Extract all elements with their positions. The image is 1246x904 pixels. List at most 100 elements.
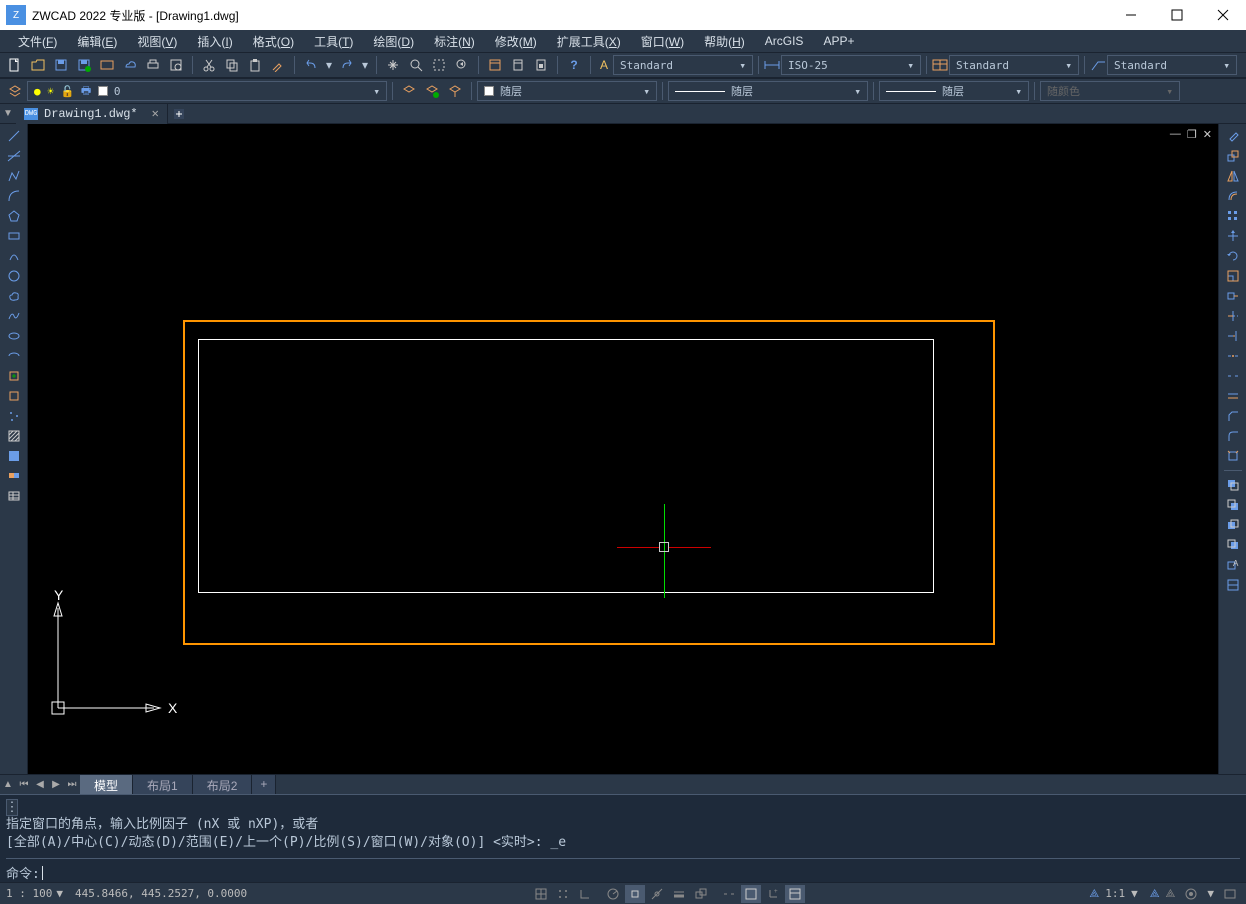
- point-icon[interactable]: [3, 406, 25, 426]
- new-icon[interactable]: [4, 54, 26, 76]
- cut-icon[interactable]: [198, 54, 220, 76]
- close-tab-icon[interactable]: ✕: [152, 106, 159, 121]
- copy-obj-icon[interactable]: [1222, 146, 1244, 166]
- close-button[interactable]: [1200, 0, 1246, 30]
- file-tab[interactable]: DWG Drawing1.dwg* ✕: [16, 104, 168, 124]
- layout-up-icon[interactable]: ▲: [0, 775, 16, 795]
- undo-icon[interactable]: [300, 54, 322, 76]
- polyline-icon[interactable]: [3, 166, 25, 186]
- design-center-icon[interactable]: [530, 54, 552, 76]
- menu-工具[interactable]: 工具(T): [304, 31, 363, 52]
- menu-绘图[interactable]: 绘图(D): [363, 31, 424, 52]
- layer-manager-icon[interactable]: [4, 80, 26, 102]
- draworder-under-icon[interactable]: [1222, 535, 1244, 555]
- undo-dropdown-icon[interactable]: ▾: [323, 54, 335, 76]
- table-style-dropdown[interactable]: Standard▾: [949, 55, 1079, 75]
- open-icon[interactable]: [27, 54, 49, 76]
- dim-style-dropdown[interactable]: ISO-25▾: [781, 55, 921, 75]
- clean-screen-icon[interactable]: [1220, 885, 1240, 903]
- layer-previous-icon[interactable]: [398, 80, 420, 102]
- break-icon[interactable]: [1222, 366, 1244, 386]
- table-icon[interactable]: [3, 486, 25, 506]
- doc-restore-icon[interactable]: ❐: [1187, 128, 1197, 141]
- draworder-front-icon[interactable]: [1222, 475, 1244, 495]
- text-style-dropdown[interactable]: Standard▾: [613, 55, 753, 75]
- menu-窗口[interactable]: 窗口(W): [631, 31, 694, 52]
- help-icon[interactable]: ?: [563, 54, 585, 76]
- stretch-icon[interactable]: [1222, 286, 1244, 306]
- layer-state-icon[interactable]: [421, 80, 443, 102]
- doc-close-icon[interactable]: ✕: [1203, 128, 1212, 141]
- arc-icon[interactable]: [3, 186, 25, 206]
- chamfer-icon[interactable]: [1222, 406, 1244, 426]
- menu-扩展工具[interactable]: 扩展工具(X): [547, 31, 631, 52]
- mirror-icon[interactable]: [1222, 166, 1244, 186]
- annotation-autoscale-icon[interactable]: ⟁: [1166, 887, 1176, 901]
- lineweight-dropdown[interactable]: 随层▾: [879, 81, 1029, 101]
- explode-icon[interactable]: [1222, 446, 1244, 466]
- circle-icon[interactable]: [3, 266, 25, 286]
- ellipse-icon[interactable]: [3, 326, 25, 346]
- layer-iso-icon[interactable]: [444, 80, 466, 102]
- dyn-ucs-icon[interactable]: +: [763, 885, 783, 903]
- annotation-scale-icon[interactable]: ⟁: [1089, 887, 1099, 901]
- menu-编辑[interactable]: 编辑(E): [67, 31, 127, 52]
- break-point-icon[interactable]: [1222, 346, 1244, 366]
- share-icon[interactable]: [96, 54, 118, 76]
- menu-文件[interactable]: 文件(F): [8, 31, 67, 52]
- cycling-icon[interactable]: [691, 885, 711, 903]
- redo-icon[interactable]: [336, 54, 358, 76]
- menu-格式[interactable]: 格式(O): [243, 31, 304, 52]
- zoom-window-icon[interactable]: [428, 54, 450, 76]
- revision-cloud-icon[interactable]: [3, 286, 25, 306]
- rotate-icon[interactable]: [1222, 246, 1244, 266]
- mleader-style-dropdown[interactable]: Standard▾: [1107, 55, 1237, 75]
- dyn-input-icon[interactable]: [719, 885, 739, 903]
- properties-icon[interactable]: [484, 54, 506, 76]
- trim-icon[interactable]: [1222, 306, 1244, 326]
- maximize-button[interactable]: [1154, 0, 1200, 30]
- redo-dropdown-icon[interactable]: ▾: [359, 54, 371, 76]
- print-icon[interactable]: [142, 54, 164, 76]
- new-tab-button[interactable]: [168, 104, 190, 124]
- pan-icon[interactable]: [382, 54, 404, 76]
- calculator-icon[interactable]: [507, 54, 529, 76]
- zoom-realtime-icon[interactable]: [405, 54, 427, 76]
- layout-tab-2[interactable]: 布局2: [193, 775, 253, 794]
- fillet-icon[interactable]: [1222, 426, 1244, 446]
- command-input[interactable]: 命令:: [6, 858, 1240, 882]
- color-dropdown[interactable]: 随层▾: [477, 81, 657, 101]
- saveas-icon[interactable]: [73, 54, 95, 76]
- ortho-icon[interactable]: [575, 885, 595, 903]
- construction-line-icon[interactable]: [3, 146, 25, 166]
- ellipse-arc-icon[interactable]: [3, 346, 25, 366]
- workspace-dropdown-icon[interactable]: ▼: [1207, 887, 1214, 900]
- menu-帮助[interactable]: 帮助(H): [694, 31, 755, 52]
- copy-icon[interactable]: [221, 54, 243, 76]
- join-icon[interactable]: [1222, 386, 1244, 406]
- arc3p-icon[interactable]: [3, 246, 25, 266]
- draworder-above-icon[interactable]: [1222, 515, 1244, 535]
- annotation-visibility-icon[interactable]: ⟁: [1150, 887, 1160, 901]
- menu-APP+[interactable]: APP+: [813, 32, 864, 50]
- layout-first-icon[interactable]: ⏮: [16, 775, 32, 795]
- menu-视图[interactable]: 视图(V): [127, 31, 187, 52]
- annotation-scale[interactable]: 1:1: [1105, 887, 1125, 900]
- erase-icon[interactable]: [1222, 126, 1244, 146]
- extend-icon[interactable]: [1222, 326, 1244, 346]
- model-toggle-icon[interactable]: [741, 885, 761, 903]
- line-icon[interactable]: [3, 126, 25, 146]
- spline-icon[interactable]: [3, 306, 25, 326]
- otrack-icon[interactable]: [647, 885, 667, 903]
- snap-grid-icon[interactable]: [531, 885, 551, 903]
- paste-icon[interactable]: [244, 54, 266, 76]
- menu-ArcGIS[interactable]: ArcGIS: [755, 32, 814, 50]
- anno-dropdown-icon[interactable]: ▼: [1131, 887, 1138, 900]
- save-icon[interactable]: [50, 54, 72, 76]
- region-icon[interactable]: [3, 466, 25, 486]
- insert-block-icon[interactable]: [3, 366, 25, 386]
- draworder-back-icon[interactable]: [1222, 495, 1244, 515]
- layout-next-icon[interactable]: ▶: [48, 775, 64, 795]
- scale-dropdown-icon[interactable]: ▼: [56, 887, 63, 900]
- print-preview-icon[interactable]: [165, 54, 187, 76]
